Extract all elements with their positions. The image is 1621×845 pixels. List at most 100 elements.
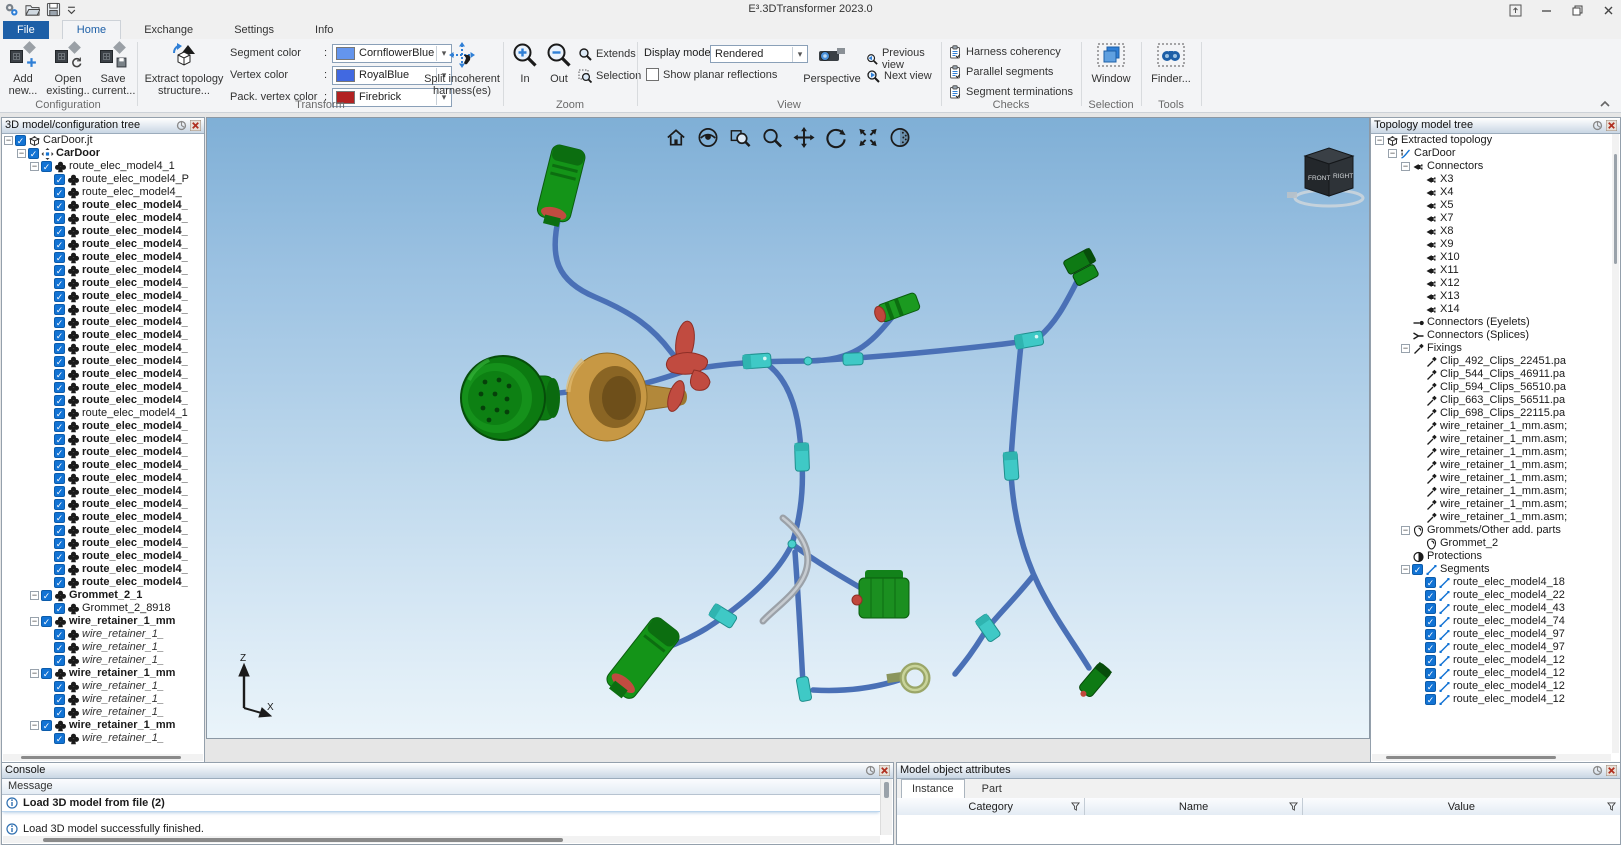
tree-checkbox-checked[interactable]: ✓ xyxy=(54,603,65,614)
tree-node[interactable]: ✓route_elec_model4_12 xyxy=(1371,654,1612,667)
tree-checkbox-checked[interactable]: ✓ xyxy=(54,213,65,224)
tree-node[interactable]: ✓route_elec_model4_97 xyxy=(1371,628,1612,641)
tree-expander-icon[interactable]: − xyxy=(30,721,39,730)
tree-checkbox-checked[interactable]: ✓ xyxy=(54,655,65,666)
tree-checkbox-checked[interactable]: ✓ xyxy=(41,590,52,601)
collapse-ribbon-icon[interactable] xyxy=(1599,100,1611,108)
parallel-segments-button[interactable]: Parallel segments xyxy=(948,65,1053,79)
tree-node[interactable]: ✓route_elec_model4_ xyxy=(2,212,204,225)
tree-node[interactable]: ✓wire_retainer_1_ xyxy=(2,680,204,693)
console-column-header[interactable]: Message xyxy=(2,779,880,795)
tree-node[interactable]: −✓route_elec_model4_1 xyxy=(2,160,204,173)
tree-checkbox-checked[interactable]: ✓ xyxy=(54,200,65,211)
tree-node[interactable]: ✓route_elec_model4_18 xyxy=(1371,576,1612,589)
open-existing-button[interactable]: Open existing.. xyxy=(46,42,90,97)
tree-expander-icon[interactable]: − xyxy=(4,136,13,145)
show-planar-reflections-checkbox[interactable]: Show planar reflections xyxy=(646,68,777,81)
tree-node[interactable]: ✓wire_retainer_1_ xyxy=(2,641,204,654)
tree-node[interactable]: Clip_544_Clips_46911.pa xyxy=(1371,368,1612,381)
tree-node[interactable]: ✓route_elec_model4_22 xyxy=(1371,589,1612,602)
tree-node[interactable]: ✓route_elec_model4_ xyxy=(2,433,204,446)
right-panel-hscrollbar[interactable] xyxy=(1372,754,1611,761)
column-category[interactable]: Category xyxy=(897,798,1085,815)
tree-checkbox-checked[interactable]: ✓ xyxy=(54,239,65,250)
tree-expander-icon[interactable]: − xyxy=(30,669,39,678)
zoom-out-button[interactable]: Out xyxy=(544,42,574,85)
tree-node[interactable]: wire_retainer_1_mm.asm; xyxy=(1371,498,1612,511)
tree-node[interactable]: X5 xyxy=(1371,199,1612,212)
tree-checkbox-checked[interactable]: ✓ xyxy=(54,421,65,432)
tree-expander-icon[interactable]: − xyxy=(1375,136,1384,145)
tree-node[interactable]: X9 xyxy=(1371,238,1612,251)
tree-node[interactable]: ✓route_elec_model4_ xyxy=(2,199,204,212)
pin-icon[interactable] xyxy=(176,120,187,131)
tree-checkbox-checked[interactable]: ✓ xyxy=(54,395,65,406)
tree-checkbox-checked[interactable]: ✓ xyxy=(54,486,65,497)
tree-checkbox-checked[interactable]: ✓ xyxy=(54,629,65,640)
tree-checkbox-checked[interactable]: ✓ xyxy=(54,278,65,289)
tree-node[interactable]: ✓route_elec_model4_ xyxy=(2,537,204,550)
shading-mode-icon[interactable] xyxy=(889,126,912,149)
tree-checkbox-checked[interactable]: ✓ xyxy=(1425,603,1436,614)
close-panel-icon[interactable] xyxy=(879,765,890,776)
column-value[interactable]: Value xyxy=(1303,798,1620,815)
tab-exchange[interactable]: Exchange xyxy=(130,21,207,40)
tree-checkbox-checked[interactable]: ✓ xyxy=(1425,694,1436,705)
close-panel-icon[interactable] xyxy=(1606,120,1617,131)
ribbon-display-options-icon[interactable] xyxy=(1509,4,1522,17)
tree-node[interactable]: ✓route_elec_model4_ xyxy=(2,420,204,433)
tree-node[interactable]: ✓route_elec_model4_ xyxy=(2,342,204,355)
tree-checkbox-checked[interactable]: ✓ xyxy=(54,525,65,536)
tree-checkbox-checked[interactable]: ✓ xyxy=(54,317,65,328)
console-vscrollbar[interactable] xyxy=(880,779,892,835)
tree-checkbox-checked[interactable]: ✓ xyxy=(54,382,65,393)
perspective-button[interactable]: Perspective xyxy=(802,42,862,85)
tree-checkbox-checked[interactable]: ✓ xyxy=(54,408,65,419)
tree-checkbox-checked[interactable]: ✓ xyxy=(54,499,65,510)
tree-node[interactable]: X8 xyxy=(1371,225,1612,238)
tree-expander-icon[interactable]: − xyxy=(1401,565,1410,574)
tree-checkbox-checked[interactable]: ✓ xyxy=(41,668,52,679)
tree-node[interactable]: wire_retainer_1_mm.asm; xyxy=(1371,446,1612,459)
tree-checkbox-checked[interactable]: ✓ xyxy=(54,538,65,549)
tree-node[interactable]: ✓route_elec_model4_ xyxy=(2,550,204,563)
tree-expander-icon[interactable]: − xyxy=(1401,162,1410,171)
restore-icon[interactable] xyxy=(1571,4,1584,17)
tree-node[interactable]: ✓route_elec_model4_12 xyxy=(1371,667,1612,680)
tree-node[interactable]: ✓route_elec_model4_ xyxy=(2,511,204,524)
tree-node[interactable]: Clip_492_Clips_22451.pa xyxy=(1371,355,1612,368)
segment-terminations-button[interactable]: Segment terminations xyxy=(948,85,1073,99)
tree-checkbox-checked[interactable]: ✓ xyxy=(54,291,65,302)
tree-node[interactable]: ✓route_elec_model4_ xyxy=(2,576,204,589)
filter-icon[interactable] xyxy=(1289,802,1298,811)
tree-checkbox-checked[interactable]: ✓ xyxy=(54,330,65,341)
tree-checkbox-checked[interactable]: ✓ xyxy=(41,616,52,627)
tree-checkbox-checked[interactable]: ✓ xyxy=(54,356,65,367)
console-message-row[interactable]: Load 3D model from file (2) xyxy=(2,795,880,812)
tree-checkbox-checked[interactable]: ✓ xyxy=(54,642,65,653)
tree-node[interactable]: ✓route_elec_model4_ xyxy=(2,290,204,303)
tree-node[interactable]: ✓route_elec_model4_74 xyxy=(1371,615,1612,628)
tree-node[interactable]: ✓route_elec_model4_ xyxy=(2,485,204,498)
pin-icon[interactable] xyxy=(865,765,876,776)
tree-node[interactable]: −Connectors xyxy=(1371,160,1612,173)
tree-node[interactable]: ✓route_elec_model4_ xyxy=(2,459,204,472)
tree-node[interactable]: −Extracted topology xyxy=(1371,134,1612,147)
tree-checkbox-checked[interactable]: ✓ xyxy=(1425,668,1436,679)
tree-node[interactable]: wire_retainer_1_mm.asm; xyxy=(1371,459,1612,472)
tree-checkbox-checked[interactable]: ✓ xyxy=(54,343,65,354)
tree-node[interactable]: X12 xyxy=(1371,277,1612,290)
tree-expander-icon[interactable]: − xyxy=(1388,149,1397,158)
tree-node[interactable]: wire_retainer_1_mm.asm; xyxy=(1371,420,1612,433)
harness-coherency-button[interactable]: Harness coherency xyxy=(948,45,1061,59)
viewport-3d[interactable]: FRONT RIGHT Z X xyxy=(206,117,1370,739)
tree-checkbox-checked[interactable]: ✓ xyxy=(54,187,65,198)
tree-node[interactable]: X3 xyxy=(1371,173,1612,186)
console-message-row[interactable]: Load 3D model successfully finished. xyxy=(2,821,880,837)
tree-node[interactable]: ✓route_elec_model4_ xyxy=(2,472,204,485)
tree-node[interactable]: ✓route_elec_model4_ xyxy=(2,329,204,342)
tree-checkbox-checked[interactable]: ✓ xyxy=(54,512,65,523)
tree-checkbox-checked[interactable]: ✓ xyxy=(54,434,65,445)
tree-node[interactable]: ✓route_elec_model4_ xyxy=(2,264,204,277)
filter-icon[interactable] xyxy=(1071,802,1080,811)
